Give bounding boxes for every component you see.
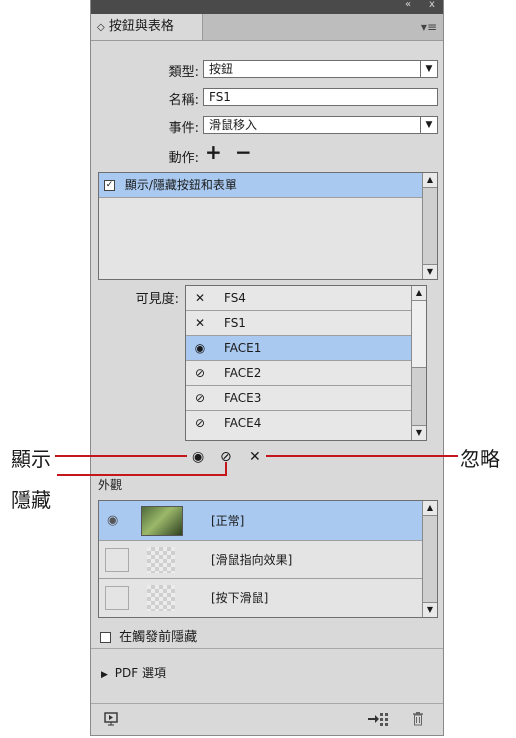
action-item[interactable]: ✓ 顯示/隱藏按鈕和表單 <box>99 173 423 198</box>
visibility-item-name: FACE2 <box>224 366 262 380</box>
type-value: 按鈕 <box>209 62 234 76</box>
visibility-list[interactable]: ✕ FS4 ✕ FS1 ◉ FACE1 ⊘ FACE2 ⊘ FACE3 ⊘ FA… <box>185 285 427 441</box>
visibility-row[interactable]: ⊘ FACE4 <box>186 411 412 436</box>
annotation-line-hide-horizontal <box>57 474 227 476</box>
pdf-options-label: PDF 選項 <box>114 666 166 680</box>
scroll-thumb[interactable] <box>412 301 426 368</box>
empty-thumbnail-image <box>147 585 175 611</box>
visibility-row[interactable]: ⊘ FACE3 <box>186 386 412 411</box>
eye-slash-icon[interactable]: ⊘ <box>193 361 207 385</box>
visibility-scrollbar[interactable]: ▲ ▼ <box>411 286 426 440</box>
eye-icon[interactable]: ◉ <box>107 501 118 541</box>
trash-icon[interactable] <box>412 711 424 726</box>
event-dropdown[interactable]: 滑鼠移入 ▼ <box>203 116 438 134</box>
disclosure-triangle-icon[interactable]: ▶ <box>101 670 108 680</box>
scroll-down-icon[interactable]: ▼ <box>412 425 426 440</box>
actions-list[interactable]: ✓ 顯示/隱藏按鈕和表單 ▲ ▼ <box>98 172 438 280</box>
event-value: 滑鼠移入 <box>209 118 258 132</box>
buttons-and-forms-panel: « x ◇ 按鈕與表格 ▾≡ 類型: 按鈕 ▼ 名稱: FS1 事件: 滑鼠移入… <box>90 0 444 736</box>
preview-icon[interactable] <box>104 712 118 726</box>
collapse-icon[interactable]: « <box>405 0 411 10</box>
visibility-item-name: FS1 <box>224 316 246 330</box>
empty-thumbnail-image <box>147 547 175 573</box>
appearance-list[interactable]: ◉ [正常] [滑鼠指向效果] [按下滑鼠] ▲ ▼ <box>98 500 438 618</box>
state-thumbnail-image <box>141 506 183 536</box>
action-label: 動作: <box>168 151 199 166</box>
scroll-up-icon[interactable]: ▲ <box>423 501 437 516</box>
ignore-icon[interactable]: ✕ <box>193 311 207 335</box>
action-item-label: 顯示/隱藏按鈕和表單 <box>124 178 237 192</box>
panel-title-bar: « x <box>91 0 443 14</box>
annotation-show: 顯示 <box>11 447 51 471</box>
state-toggle[interactable] <box>105 548 129 572</box>
chevron-down-icon[interactable]: ▼ <box>420 61 437 77</box>
appearance-label: 外觀 <box>98 478 123 492</box>
annotation-ignore: 忽略 <box>460 447 500 471</box>
close-icon[interactable]: x <box>429 0 435 10</box>
hide-until-triggered-label: 在觸發前隱藏 <box>119 630 198 645</box>
checkbox-checked-icon[interactable]: ✓ <box>104 180 115 191</box>
scroll-up-icon[interactable]: ▲ <box>423 173 437 188</box>
scroll-down-icon[interactable]: ▼ <box>423 602 437 617</box>
divider <box>91 703 443 704</box>
tab-title: 按鈕與表格 <box>108 19 174 34</box>
name-field[interactable]: FS1 <box>203 88 438 106</box>
appearance-state-name: [正常] <box>211 514 245 528</box>
visibility-row[interactable]: ◉ FACE1 <box>186 336 412 361</box>
visibility-row[interactable]: ✕ FS4 <box>186 286 412 311</box>
annotation-line-ignore <box>266 455 458 457</box>
ignore-state-icon[interactable]: ✕ <box>249 449 261 465</box>
name-label: 名稱: <box>168 93 199 108</box>
panel-menu-icon[interactable]: ▾≡ <box>421 20 437 34</box>
annotation-line-hide-vertical <box>225 462 227 476</box>
appearance-state-name: [按下滑鼠] <box>211 591 269 605</box>
type-dropdown[interactable]: 按鈕 ▼ <box>203 60 438 78</box>
show-state-icon[interactable]: ◉ <box>192 449 204 465</box>
appearance-row[interactable]: [滑鼠指向效果] <box>99 541 423 579</box>
hide-until-triggered-option[interactable]: 在觸發前隱藏 <box>100 626 197 645</box>
panel-tab-row: ◇ 按鈕與表格 ▾≡ <box>91 14 443 41</box>
visibility-item-name: FS4 <box>224 291 246 305</box>
actions-scrollbar[interactable]: ▲ ▼ <box>422 173 437 279</box>
state-toggle[interactable] <box>105 586 129 610</box>
type-label: 類型: <box>168 65 199 80</box>
tab-buttons-and-forms[interactable]: ◇ 按鈕與表格 <box>91 14 203 40</box>
divider <box>91 648 443 649</box>
appearance-scrollbar[interactable]: ▲ ▼ <box>422 501 437 617</box>
event-label: 事件: <box>168 121 199 136</box>
visibility-row[interactable]: ⊘ FACE2 <box>186 361 412 386</box>
chevron-down-icon[interactable]: ▼ <box>420 117 437 133</box>
visibility-item-name: FACE3 <box>224 391 262 405</box>
add-action-icon[interactable]: + <box>205 140 222 164</box>
eye-icon[interactable]: ◉ <box>193 336 207 360</box>
tab-glyph: ◇ <box>97 22 105 33</box>
scroll-down-icon[interactable]: ▼ <box>423 264 437 279</box>
appearance-row[interactable]: [按下滑鼠] <box>99 579 423 617</box>
visibility-item-name: FACE4 <box>224 416 262 430</box>
convert-icon[interactable] <box>367 712 389 726</box>
visibility-row[interactable]: ✕ FS1 <box>186 311 412 336</box>
name-value: FS1 <box>209 90 231 104</box>
hide-until-triggered-checkbox[interactable] <box>100 632 111 643</box>
remove-action-icon[interactable]: − <box>235 140 252 164</box>
ignore-icon[interactable]: ✕ <box>193 286 207 310</box>
annotation-hide: 隱藏 <box>11 488 51 512</box>
visibility-item-name: FACE1 <box>224 341 262 355</box>
visibility-label: 可見度: <box>135 292 179 307</box>
eye-slash-icon[interactable]: ⊘ <box>193 386 207 410</box>
eye-slash-icon[interactable]: ⊘ <box>193 411 207 435</box>
appearance-state-name: [滑鼠指向效果] <box>211 553 293 567</box>
annotation-line-show <box>55 455 187 457</box>
appearance-row[interactable]: ◉ [正常] <box>99 501 423 541</box>
scroll-up-icon[interactable]: ▲ <box>412 286 426 301</box>
pdf-options-toggle[interactable]: ▶ PDF 選項 <box>101 664 166 681</box>
